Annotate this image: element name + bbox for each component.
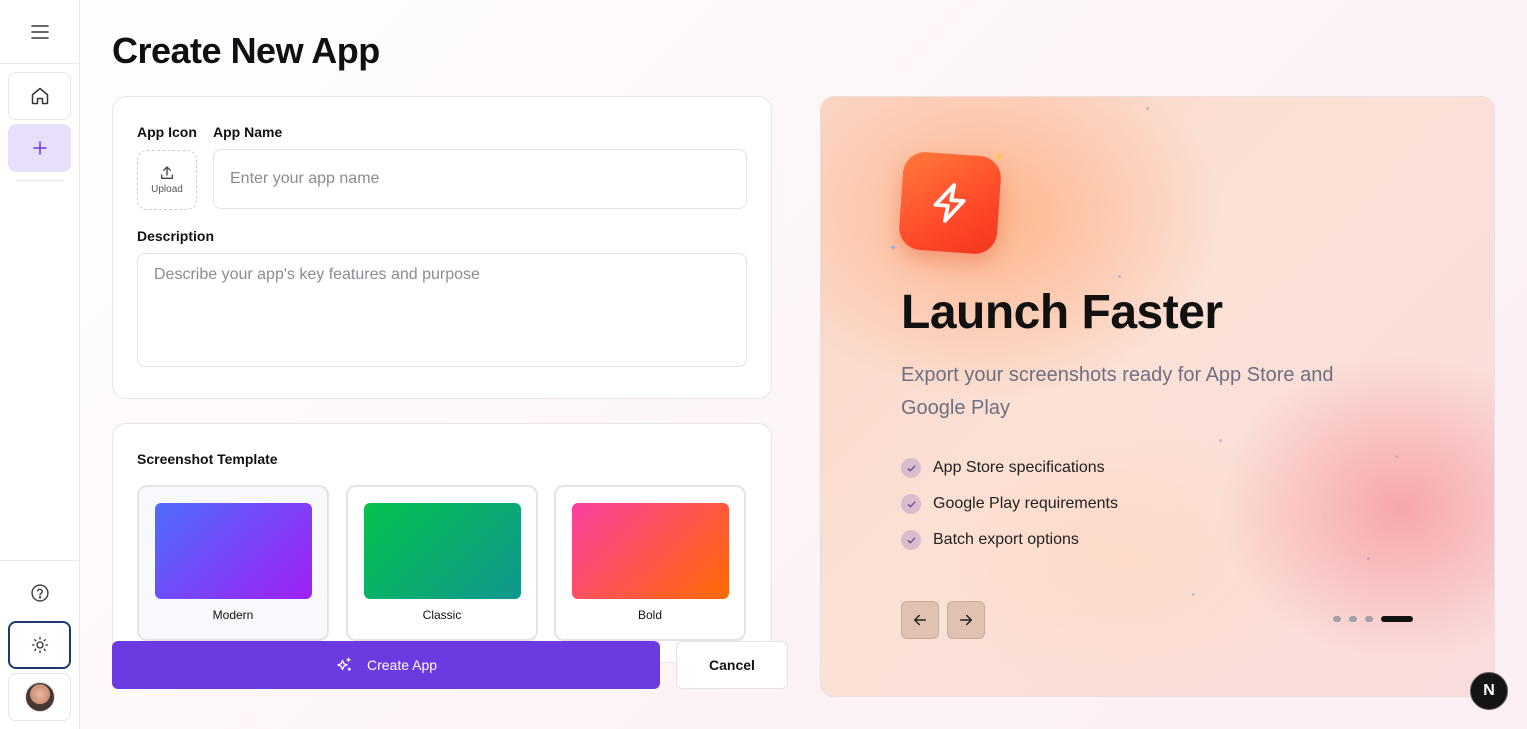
carousel-dot[interactable] <box>1365 616 1373 622</box>
feature-item: Batch export options <box>901 530 1079 550</box>
feature-label: App Store specifications <box>933 459 1105 476</box>
carousel-prev-button[interactable] <box>901 601 939 639</box>
feature-label: Google Play requirements <box>933 495 1118 512</box>
sidebar <box>0 0 80 729</box>
sparkle-icon: ✦ <box>889 243 898 254</box>
profile-button[interactable] <box>8 673 71 721</box>
arrow-left-icon <box>914 614 926 626</box>
icon-upload-button[interactable]: Upload <box>137 150 197 210</box>
feature-item: Google Play requirements <box>901 494 1118 514</box>
promo-title: Launch Faster <box>901 286 1223 339</box>
template-name: Bold <box>637 608 663 622</box>
decor-speck <box>1367 557 1370 560</box>
theme-toggle-button[interactable] <box>8 621 71 669</box>
sparkle-icon: ✦ <box>993 149 1005 165</box>
template-option-modern[interactable]: Modern <box>137 485 329 641</box>
avatar <box>24 682 55 712</box>
promo-carousel: ✦ ✦ Launch Faster Export your screenshot… <box>820 96 1495 697</box>
template-name: Classic <box>422 608 462 622</box>
feature-label: Batch export options <box>933 531 1079 548</box>
carousel-next-button[interactable] <box>947 601 985 639</box>
page-title: Create New App <box>112 30 380 71</box>
app-name-label: App Name <box>213 124 283 140</box>
app-icon-illustration <box>897 150 1003 256</box>
decor-speck <box>1146 107 1149 110</box>
template-swatch <box>572 503 729 599</box>
carousel-indicators <box>1333 616 1413 622</box>
dev-tools-badge[interactable]: N <box>1470 672 1508 710</box>
cancel-button[interactable]: Cancel <box>676 641 788 689</box>
check-icon <box>901 494 921 514</box>
template-option-bold[interactable]: Bold <box>554 485 746 641</box>
sidebar-divider <box>16 180 64 181</box>
nav-create-app-button[interactable] <box>8 124 71 172</box>
app-info-card: App Icon App Name Upload Description <box>112 96 772 399</box>
upload-label: Upload <box>151 184 183 195</box>
app-icon-label: App Icon <box>137 124 197 140</box>
create-app-button[interactable]: Create App <box>112 641 660 689</box>
menu-icon <box>30 24 49 39</box>
carousel-dot-active[interactable] <box>1381 616 1413 622</box>
lightning-icon <box>933 183 966 223</box>
carousel-dot[interactable] <box>1333 616 1341 622</box>
check-icon <box>901 458 921 478</box>
description-textarea[interactable] <box>137 253 747 367</box>
description-label: Description <box>137 228 215 244</box>
template-swatch <box>364 503 521 599</box>
decor-speck <box>1219 439 1222 442</box>
help-circle-icon <box>30 584 49 602</box>
decor-speck <box>1118 275 1121 278</box>
decor-speck <box>1395 455 1398 458</box>
feature-item: App Store specifications <box>901 458 1105 478</box>
template-card: Screenshot Template Modern Classic Bold <box>112 423 772 663</box>
help-button[interactable] <box>8 570 71 616</box>
home-icon <box>31 87 48 105</box>
sparkles-icon <box>337 657 352 671</box>
arrow-right-icon <box>960 614 972 626</box>
decor-speck <box>1192 593 1195 596</box>
template-option-classic[interactable]: Classic <box>346 485 538 641</box>
upload-icon <box>161 166 173 179</box>
template-swatch <box>155 503 312 599</box>
sidebar-bottom-divider <box>0 560 79 561</box>
create-app-label: Create App <box>366 657 438 673</box>
nav-home-button[interactable] <box>8 72 71 120</box>
promo-subtitle: Export your screenshots ready for App St… <box>901 364 1334 419</box>
template-label: Screenshot Template <box>137 451 278 467</box>
app-name-input[interactable] <box>213 149 747 209</box>
sun-icon <box>31 636 48 654</box>
plus-icon <box>32 141 47 155</box>
carousel-dot[interactable] <box>1349 616 1357 622</box>
menu-button[interactable] <box>0 0 79 64</box>
check-icon <box>901 530 921 550</box>
template-name: Modern <box>212 608 254 622</box>
